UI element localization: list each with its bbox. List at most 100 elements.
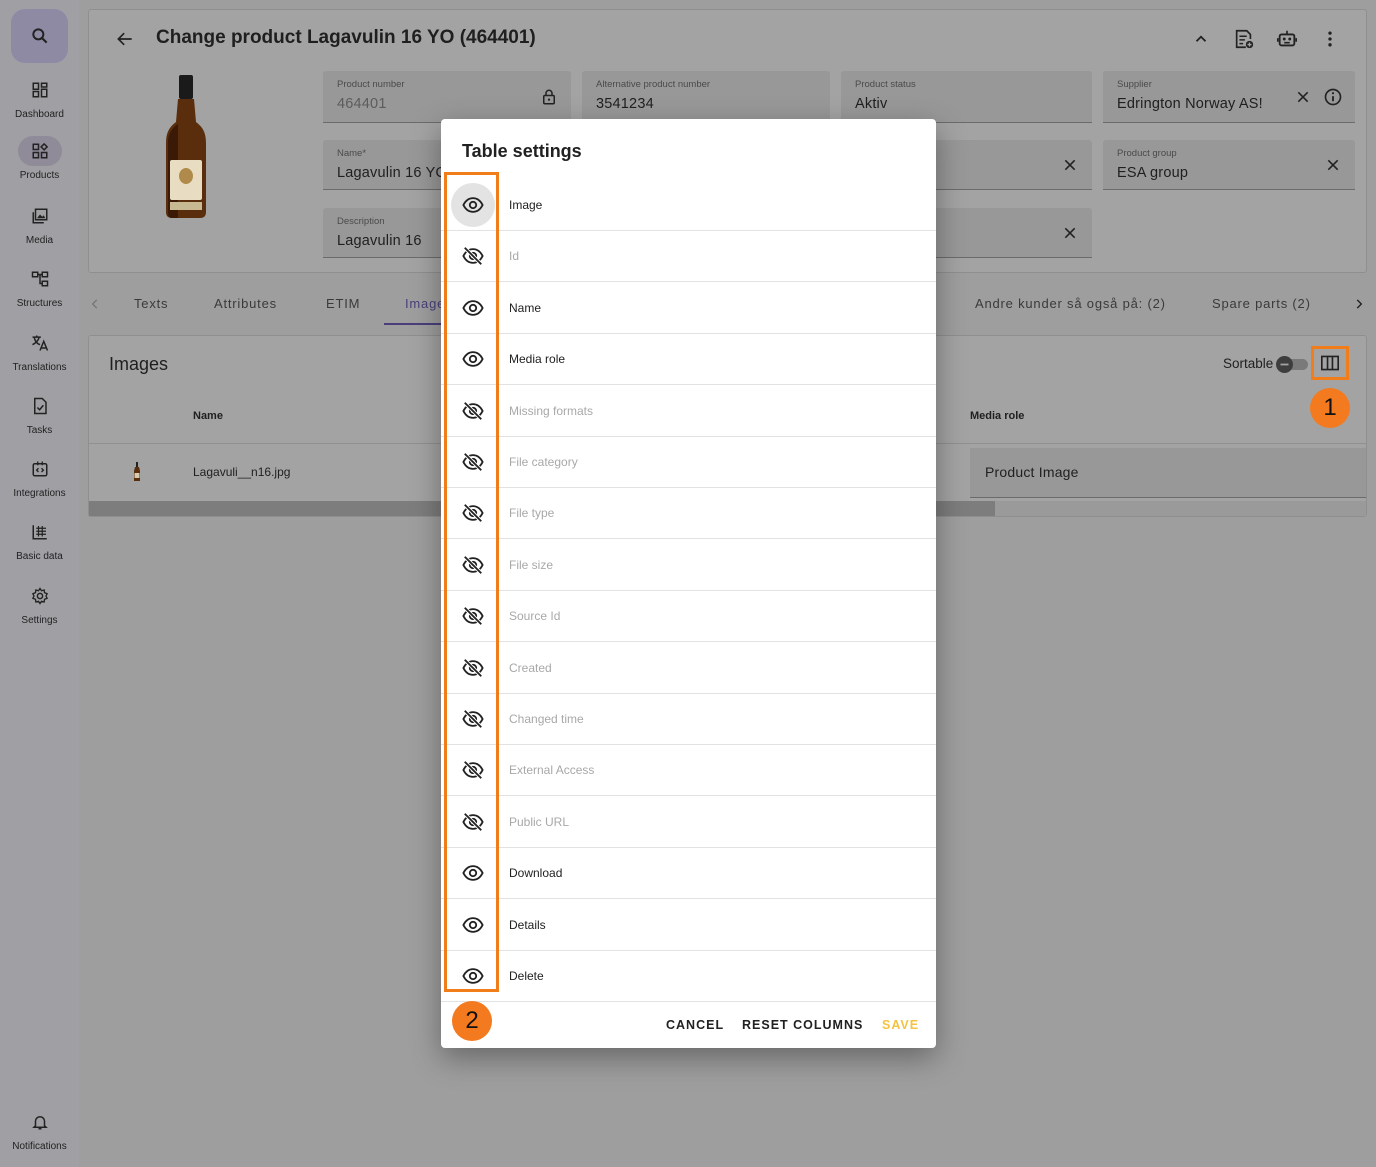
column-setting-row: Created (441, 643, 936, 694)
back-button[interactable] (112, 26, 138, 52)
column-setting-row: Id (441, 231, 936, 283)
media-role-select[interactable]: Product Image (970, 448, 1366, 498)
thumbnail[interactable] (133, 462, 141, 482)
bell-icon (31, 1116, 48, 1130)
column-setting-label: Missing formats (509, 403, 594, 418)
sidebar-item-tasks[interactable]: Tasks (0, 391, 79, 451)
sidebar-item-notifications[interactable]: Notifications (0, 1107, 79, 1167)
column-setting-label: Id (509, 249, 520, 264)
column-setting-label: Image (509, 198, 543, 212)
sidebar-item-label: Structures (16, 298, 63, 309)
column-setting-row: Image (441, 180, 936, 231)
add-list-button[interactable] (1231, 26, 1257, 52)
search-button[interactable] (11, 9, 68, 63)
reset-columns-button[interactable]: RESET COLUMNS (742, 1018, 863, 1032)
column-setting-label: Details (509, 917, 546, 932)
column-setting-label: Created (509, 660, 552, 675)
sidebar-item-label: Settings (21, 615, 58, 626)
sidebar-item-label: Products (19, 170, 60, 181)
column-setting-label: File size (509, 557, 554, 572)
tab-active-indicator (384, 323, 444, 325)
column-setting-row: Changed time (441, 694, 936, 745)
column-settings-button[interactable] (1311, 346, 1349, 380)
sidebar-item-integrations[interactable]: Integrations (0, 454, 79, 514)
sidebar-item-products[interactable]: Products (0, 136, 79, 196)
tab-etim[interactable]: ETIM (326, 296, 360, 311)
save-button[interactable]: SAVE (882, 1018, 919, 1032)
lock-icon (537, 85, 561, 109)
column-setting-row: Delete (441, 951, 936, 1002)
sidebar-item-media[interactable]: Media (0, 201, 79, 261)
products-icon (32, 142, 48, 159)
close-icon[interactable] (1058, 153, 1082, 177)
integrations-icon (32, 461, 47, 477)
tab-andre-kunder[interactable]: Andre kunder så også på: (2) (975, 296, 1166, 311)
sidebar-item-translations[interactable]: Translations (0, 328, 79, 388)
column-header-media-role[interactable]: Media role (970, 410, 1024, 422)
column-setting-row: Name (441, 283, 936, 334)
column-setting-label: File category (509, 455, 578, 469)
sortable-toggle[interactable] (1276, 356, 1310, 373)
sidebar-item-basic-data[interactable]: Basic data (0, 517, 79, 577)
tab-attributes[interactable]: Attributes (214, 296, 277, 311)
sidebar-item-dashboard[interactable]: Dashboard (0, 75, 79, 135)
sidebar-item-settings[interactable]: Settings (0, 581, 79, 641)
tab-texts[interactable]: Texts (134, 296, 168, 311)
collapse-button[interactable] (1188, 26, 1214, 52)
step-badge-2: 2 (452, 1001, 492, 1041)
more-vert-icon (1328, 31, 1332, 47)
column-setting-row: Source Id (441, 591, 936, 643)
page-title: Change product Lagavulin 16 YO (464401) (156, 27, 536, 48)
structures-icon (31, 271, 48, 287)
column-setting-label: File type (509, 506, 555, 521)
tab-images[interactable]: Images (405, 296, 443, 311)
sidebar-item-structures[interactable]: Structures (0, 264, 79, 324)
column-setting-label: External Access (509, 763, 595, 778)
column-setting-row: File type (441, 488, 936, 540)
column-setting-row: Media role (441, 334, 936, 386)
sidebar-item-label: Dashboard (15, 109, 64, 120)
cancel-button[interactable]: CANCEL (666, 1018, 724, 1032)
media-icon (32, 208, 47, 224)
supplier-field[interactable]: Supplier Edrington Norway AS! (1103, 71, 1355, 123)
visibility-toggles-highlight (444, 172, 499, 992)
tab-scroll-left[interactable] (88, 297, 102, 311)
robot-button[interactable] (1274, 26, 1300, 52)
column-setting-label: Source Id (509, 609, 561, 624)
alt-product-number-field[interactable]: Alternative product number 3541234 (582, 71, 830, 123)
column-setting-label: Changed time (509, 712, 584, 726)
search-icon (31, 28, 47, 44)
product-group-field[interactable]: Product group ESA group (1103, 140, 1355, 190)
sidebar-item-label: Tasks (26, 425, 53, 436)
column-setting-row: File size (441, 540, 936, 591)
sortable-label: Sortable (1223, 356, 1274, 371)
dashboard-icon (32, 82, 47, 98)
column-setting-label: Media role (509, 352, 566, 367)
column-setting-row: Details (441, 900, 936, 951)
chevron-left-icon (91, 299, 98, 309)
close-icon[interactable] (1321, 153, 1345, 177)
arrow-left-icon (117, 32, 132, 46)
product-image (158, 72, 214, 222)
column-setting-row: Download (441, 848, 936, 900)
close-icon[interactable] (1058, 221, 1082, 245)
column-setting-label: Name (509, 300, 542, 315)
column-header-name[interactable]: Name (193, 410, 223, 422)
chevron-right-icon (1356, 299, 1363, 309)
product-status-field[interactable]: Product status Aktiv (841, 71, 1092, 123)
sidebar-item-label: Media (25, 235, 54, 246)
info-icon[interactable] (1321, 85, 1345, 109)
robot-icon (1277, 30, 1297, 47)
list-add-icon (1235, 29, 1254, 49)
more-menu-button[interactable] (1317, 26, 1343, 52)
sidebar-item-label: Basic data (16, 551, 63, 562)
sidebar-item-label: Notifications (12, 1141, 67, 1152)
column-setting-row: External Access (441, 745, 936, 797)
column-setting-row: Missing formats (441, 386, 936, 437)
dialog-title: Table settings (462, 141, 582, 161)
sidebar-item-label: Translations (12, 362, 67, 373)
tab-scroll-right[interactable] (1352, 297, 1366, 311)
column-setting-row: File category (441, 437, 936, 488)
close-icon[interactable] (1291, 85, 1315, 109)
tab-spare-parts[interactable]: Spare parts (2) (1212, 296, 1311, 311)
